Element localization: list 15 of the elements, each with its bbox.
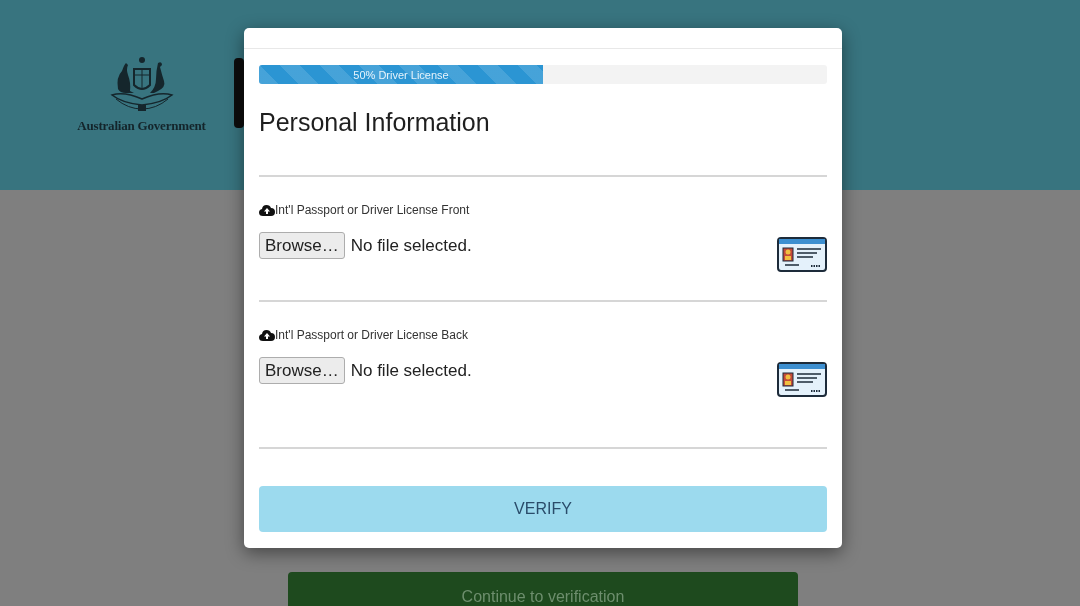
id-card-icon: [777, 362, 827, 397]
vertical-bar: [234, 58, 244, 128]
browse-button[interactable]: Browse…: [259, 357, 345, 384]
modal-title: Personal Information: [259, 108, 491, 136]
file-status-text: No file selected.: [350, 360, 472, 381]
cloud-upload-icon: [259, 329, 275, 341]
file-status-text: No file selected.: [350, 235, 472, 256]
field-label: Int'l Passport or Driver License Back: [275, 328, 469, 342]
cloud-upload-icon: [259, 204, 275, 216]
logo-text: Australian Government: [77, 118, 206, 134]
progress-label: 50% Driver License: [353, 68, 449, 81]
browse-button[interactable]: Browse…: [259, 232, 345, 259]
id-card-icon: [777, 237, 827, 272]
field-label: Int'l Passport or Driver License Front: [275, 203, 470, 217]
verify-button[interactable]: VERIFY: [259, 486, 827, 532]
